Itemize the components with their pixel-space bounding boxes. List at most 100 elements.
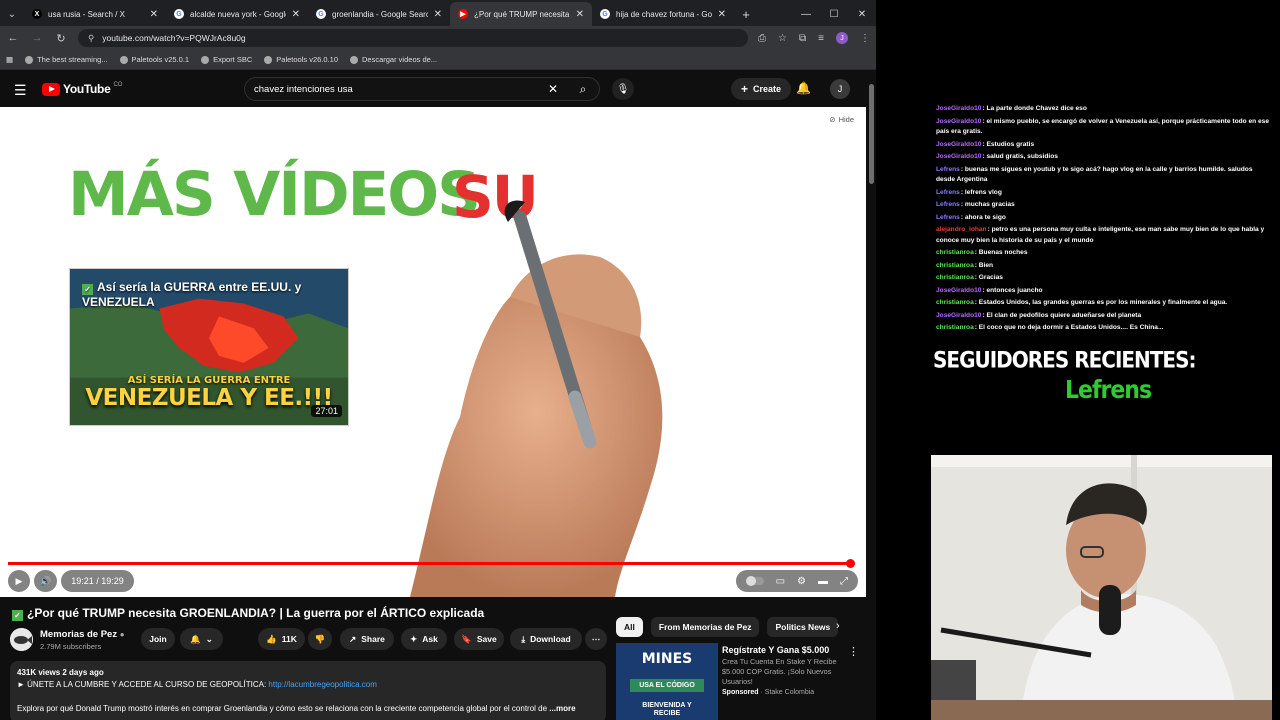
browser-tab[interactable]: Xusa rusia - Search / X ✕ xyxy=(24,2,166,26)
chip-from-channel[interactable]: From Memorias de Pez xyxy=(650,617,760,637)
youtube-logo[interactable]: YouTube CO xyxy=(42,82,122,96)
ask-button[interactable]: ✦ Ask xyxy=(401,628,447,650)
like-button[interactable]: 👍 11K xyxy=(258,628,305,650)
settings-gear-icon[interactable]: ⚙ xyxy=(797,576,806,587)
ad-thumb-subtitle: USA EL CÓDIGO xyxy=(630,679,704,692)
fullscreen-icon[interactable]: ⤢ xyxy=(840,576,848,587)
bookmark-item[interactable]: Paletools v26.0.10 xyxy=(264,55,338,64)
chat-text: : El clan de pedofilos quiere adueñarse … xyxy=(982,311,1142,319)
new-tab-button[interactable]: + xyxy=(734,2,758,26)
close-tab-icon[interactable]: ✕ xyxy=(434,9,442,20)
chat-text: : ahora te sigo xyxy=(960,213,1006,221)
close-tab-icon[interactable]: ✕ xyxy=(718,9,726,20)
page-scrollbar[interactable] xyxy=(867,72,876,720)
tab-search-button[interactable]: ⌄ xyxy=(0,2,24,26)
omnibox[interactable]: ⚲ youtube.com/watch?v=PQWJrAc8u0g xyxy=(78,29,749,47)
bell-icon: 🔔 xyxy=(190,633,201,644)
bookmark-item[interactable]: Descargar videos de... xyxy=(350,55,437,64)
close-window-button[interactable]: ✕ xyxy=(848,9,876,20)
ad-title[interactable]: Regístrate Y Gana $5.000 xyxy=(722,645,829,655)
install-app-icon[interactable]: ⎙ xyxy=(758,33,766,44)
video-player[interactable]: ⊘ Hide MÁS VÍDEOS SU ✓ Así sería la GUERR… xyxy=(0,107,866,597)
chat-text: : Estados Unidos, las grandes guerras es… xyxy=(974,299,1228,306)
hide-endscreen-button[interactable]: ⊘ Hide xyxy=(829,115,854,124)
profile-avatar[interactable]: J xyxy=(836,32,848,44)
subscriber-count: 2.79M subscribers xyxy=(40,642,102,651)
show-more-link[interactable]: ...more xyxy=(549,704,575,713)
close-tab-icon[interactable]: ✕ xyxy=(150,9,158,20)
scrollbar-thumb[interactable] xyxy=(869,84,874,184)
time-display: 19:21 / 19:29 xyxy=(61,570,134,592)
browser-tab[interactable]: Galcalde nueva york - Google Se ✕ xyxy=(166,2,308,26)
bookmark-label: The best streaming... xyxy=(37,55,108,64)
left-controls: ▶ 🔊 19:21 / 19:29 xyxy=(8,570,134,592)
browser-menu-icon[interactable]: ⋮ xyxy=(860,33,870,44)
progress-bar[interactable] xyxy=(8,559,856,568)
ad-thumb-title: MINES xyxy=(641,651,693,667)
search-input[interactable] xyxy=(254,83,539,95)
chevron-right-icon[interactable]: › xyxy=(836,620,840,632)
google-icon: G xyxy=(600,9,610,19)
subtitles-icon[interactable]: ▭ xyxy=(776,576,785,587)
extensions-icon[interactable]: ⧉ xyxy=(799,33,806,44)
chevron-down-icon: ⌄ xyxy=(205,633,213,644)
chat-text: : muchas gracias xyxy=(960,201,1015,208)
browser-tab[interactable]: ▶ ¿Por qué TRUMP necesita G ✕ xyxy=(450,2,592,26)
fish-icon xyxy=(10,628,33,651)
join-button[interactable]: Join xyxy=(141,628,175,650)
close-tab-icon[interactable]: ✕ xyxy=(292,9,300,20)
autoplay-toggle[interactable] xyxy=(745,576,764,586)
ad-more-icon[interactable]: ⋮ xyxy=(848,645,859,658)
subscribed-notify-button[interactable]: 🔔 ⌄ xyxy=(180,628,223,650)
bookmark-item[interactable]: Export SBC xyxy=(201,55,252,64)
voice-search-icon[interactable]: 🎙 xyxy=(612,78,634,100)
clear-search-icon[interactable]: ✕ xyxy=(539,82,567,96)
chat-username: JoseGiraldo10 xyxy=(936,117,982,125)
more-actions-button[interactable]: ⋯ xyxy=(585,628,607,650)
forward-button[interactable]: → xyxy=(30,32,44,44)
media-controls-icon[interactable]: ≡ xyxy=(818,33,824,44)
back-button[interactable]: ← xyxy=(6,32,20,44)
save-button[interactable]: 🔖 Save xyxy=(454,628,504,650)
site-info-icon[interactable]: ⚲ xyxy=(88,33,94,44)
url-text: youtube.com/watch?v=PQWJrAc8u0g xyxy=(102,33,246,43)
apps-grid-icon[interactable]: ▦ xyxy=(6,55,13,64)
bookmark-item[interactable]: Paletools v25.0.1 xyxy=(119,55,189,64)
search-icon[interactable]: ⌕ xyxy=(567,78,599,100)
volume-icon[interactable]: 🔊 xyxy=(34,570,58,592)
chat-username: JoseGiraldo10 xyxy=(936,140,982,148)
guide-menu-icon[interactable]: ☰ xyxy=(14,82,27,99)
browser-tab[interactable]: Ggroenlandia - Google Search ✕ xyxy=(308,2,450,26)
reload-button[interactable]: ↻ xyxy=(54,32,68,45)
chip-all[interactable]: All xyxy=(616,617,643,637)
channel-name[interactable]: Memorias de Pez ● xyxy=(40,629,125,640)
chat-message: christianroa: El coco que no deja dormir… xyxy=(936,323,1270,334)
browser-tab[interactable]: Ghija de chavez fortuna - Googl ✕ xyxy=(592,2,734,26)
chip-politics-news[interactable]: Politics News xyxy=(767,617,839,637)
bookmark-label: Descargar videos de... xyxy=(362,55,438,64)
maximize-button[interactable]: ☐ xyxy=(820,9,848,20)
dislike-button[interactable]: 👎 xyxy=(308,628,332,650)
close-tab-icon[interactable]: ✕ xyxy=(576,9,584,20)
theater-mode-icon[interactable]: ▬ xyxy=(818,576,828,587)
endcard-title: ✓ Así sería la GUERRA entre EE.UU. y VENE… xyxy=(82,280,322,309)
minimize-button[interactable]: — xyxy=(792,9,820,20)
create-button[interactable]: + Create xyxy=(731,78,792,100)
scrubber-handle[interactable] xyxy=(846,559,856,568)
bookmark-star-icon[interactable]: ☆ xyxy=(778,33,787,44)
ad-thumbnail[interactable]: MINES USA EL CÓDIGO BIENVENIDA Y RECIBE xyxy=(616,643,718,720)
bookmark-item[interactable]: The best streaming... xyxy=(25,55,108,64)
endscreen-video-card[interactable]: ✓ Así sería la GUERRA entre EE.UU. y VENE… xyxy=(69,268,349,426)
description-link[interactable]: http://lacumbregeopolitica.com xyxy=(268,680,377,689)
bookmark-favicon-icon xyxy=(350,55,358,64)
description-box[interactable]: 431K views 2 days ago ► ÚNETE A LA CUMBR… xyxy=(10,661,606,720)
download-button[interactable]: ⤓ Download xyxy=(510,628,582,650)
bookmark-favicon-icon xyxy=(119,55,128,64)
user-avatar[interactable]: J xyxy=(830,79,850,99)
notifications-bell-icon[interactable]: 🔔 xyxy=(796,81,811,95)
channel-avatar[interactable] xyxy=(10,628,33,651)
play-icon[interactable]: ▶ xyxy=(8,570,30,592)
chat-message: JoseGiraldo10: salud gratis, subsidios xyxy=(936,152,1270,163)
share-button[interactable]: ↗ Share xyxy=(340,628,394,650)
chat-username: Lefrens xyxy=(936,188,960,196)
